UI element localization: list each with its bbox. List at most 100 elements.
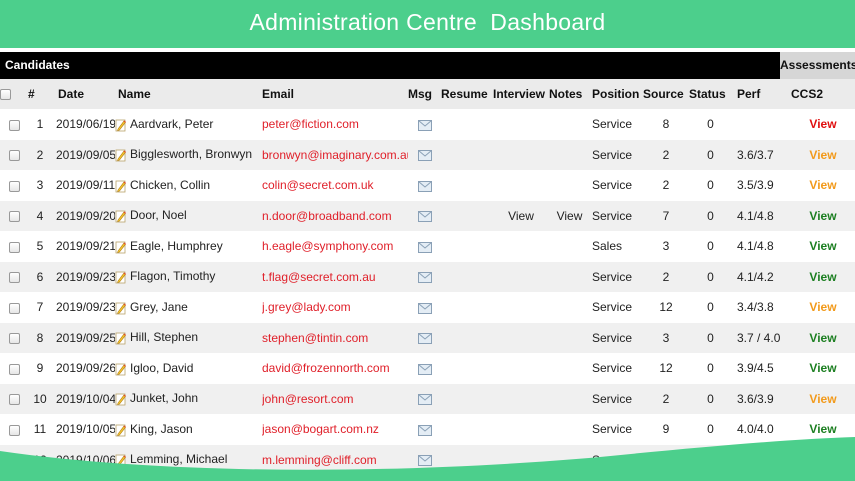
edit-pencil-icon[interactable] xyxy=(115,361,130,376)
row-ccs2-view-link[interactable]: View xyxy=(785,353,855,384)
row-ccs2-view-link[interactable]: View xyxy=(785,170,855,201)
col-header-status[interactable]: Status xyxy=(689,79,732,109)
row-interview-link[interactable] xyxy=(493,322,549,353)
tab-bar: Candidates Assessments xyxy=(0,52,855,79)
row-notes-link[interactable] xyxy=(549,231,590,262)
col-header-notes[interactable]: Notes xyxy=(549,79,590,109)
row-email-link[interactable]: john@resort.com xyxy=(262,392,354,406)
edit-pencil-icon[interactable] xyxy=(115,178,130,193)
message-envelope-icon[interactable] xyxy=(408,231,441,262)
select-all-checkbox[interactable] xyxy=(0,79,28,109)
col-header-interview[interactable]: Interview xyxy=(493,79,549,109)
row-ccs2-view-link[interactable]: View xyxy=(785,383,855,414)
row-notes-link[interactable] xyxy=(549,109,590,140)
row-email-link[interactable]: colin@secret.com.uk xyxy=(262,178,374,192)
row-email-link[interactable]: bronwyn@imaginary.com.au xyxy=(262,148,408,162)
message-envelope-icon[interactable] xyxy=(408,139,441,170)
edit-pencil-icon[interactable] xyxy=(115,330,130,345)
row-interview-link[interactable] xyxy=(493,261,549,292)
table-row[interactable]: 7 2019/09/23 Grey, Jane j.grey@lady.com Serv… xyxy=(0,292,855,323)
col-header-name[interactable]: Name xyxy=(115,79,262,109)
row-ccs2-view-link[interactable]: View xyxy=(785,139,855,170)
message-envelope-icon[interactable] xyxy=(408,261,441,292)
row-notes-link[interactable] xyxy=(549,292,590,323)
col-header-num[interactable]: # xyxy=(28,79,52,109)
col-header-ccs2[interactable]: CCS2 xyxy=(785,79,855,109)
row-interview-link[interactable] xyxy=(493,170,549,201)
row-notes-link[interactable] xyxy=(549,170,590,201)
edit-pencil-icon[interactable] xyxy=(115,391,130,406)
row-email-link[interactable]: j.grey@lady.com xyxy=(262,300,351,314)
message-envelope-icon[interactable] xyxy=(408,322,441,353)
row-notes-link[interactable]: View xyxy=(549,200,590,231)
col-header-email[interactable]: Email xyxy=(262,79,408,109)
edit-pencil-icon[interactable] xyxy=(115,422,130,437)
row-ccs2-view-link[interactable]: View xyxy=(785,200,855,231)
row-interview-link[interactable] xyxy=(493,231,549,262)
edit-pencil-icon[interactable] xyxy=(115,208,130,223)
table-row[interactable]: 5 2019/09/21 Eagle, Humphrey h.eagle@sympho… xyxy=(0,231,855,262)
message-envelope-icon[interactable] xyxy=(408,200,441,231)
edit-pencil-icon[interactable] xyxy=(115,269,130,284)
message-envelope-icon[interactable] xyxy=(408,383,441,414)
row-notes-link[interactable] xyxy=(549,353,590,384)
table-row[interactable]: 9 2019/09/26 Igloo, David david@frozennorth… xyxy=(0,353,855,384)
table-row[interactable]: 8 2019/09/25 Hill, Stephen stephen@tintin.c… xyxy=(0,322,855,353)
row-notes-link[interactable] xyxy=(549,383,590,414)
table-row[interactable]: 3 2019/09/11 Chicken, Collin colin@secret.c… xyxy=(0,170,855,201)
row-checkbox[interactable] xyxy=(0,109,28,140)
message-envelope-icon[interactable] xyxy=(408,170,441,201)
tab-assessments[interactable]: Assessments xyxy=(780,52,855,79)
row-interview-link[interactable] xyxy=(493,383,549,414)
tab-candidates[interactable]: Candidates xyxy=(5,52,70,79)
row-email-link[interactable]: stephen@tintin.com xyxy=(262,331,368,345)
edit-pencil-icon[interactable] xyxy=(115,239,130,254)
row-checkbox[interactable] xyxy=(0,292,28,323)
row-checkbox[interactable] xyxy=(0,383,28,414)
table-row[interactable]: 1 2019/06/19 Aardvark, Peter peter@fiction.… xyxy=(0,109,855,140)
row-interview-link[interactable] xyxy=(493,139,549,170)
col-header-resume[interactable]: Resume xyxy=(441,79,493,109)
row-notes-link[interactable] xyxy=(549,139,590,170)
row-checkbox[interactable] xyxy=(0,261,28,292)
row-email-link[interactable]: david@frozennorth.com xyxy=(262,361,390,375)
row-interview-link[interactable] xyxy=(493,353,549,384)
col-header-date[interactable]: Date xyxy=(52,79,115,109)
row-date: 2019/09/20 xyxy=(52,200,115,231)
row-email-link[interactable]: peter@fiction.com xyxy=(262,117,359,131)
col-header-source[interactable]: Source xyxy=(643,79,689,109)
row-email-link[interactable]: t.flag@secret.com.au xyxy=(262,270,376,284)
table-row[interactable]: 10 2019/10/04 Junket, John john@resort.com S… xyxy=(0,383,855,414)
message-envelope-icon[interactable] xyxy=(408,292,441,323)
row-checkbox[interactable] xyxy=(0,322,28,353)
row-interview-link[interactable] xyxy=(493,109,549,140)
row-ccs2-view-link[interactable]: View xyxy=(785,109,855,140)
table-row[interactable]: 2 2019/09/05 Bigglesworth, Bronwyn bronwyn@… xyxy=(0,139,855,170)
row-email-link[interactable]: n.door@broadband.com xyxy=(262,209,392,223)
table-row[interactable]: 6 2019/09/23 Flagon, Timothy t.flag@secret.… xyxy=(0,261,855,292)
col-header-perf[interactable]: Perf xyxy=(732,79,785,109)
col-header-msg[interactable]: Msg xyxy=(408,79,441,109)
row-interview-link[interactable]: View xyxy=(493,200,549,231)
row-checkbox[interactable] xyxy=(0,231,28,262)
edit-pencil-icon[interactable] xyxy=(115,147,130,162)
row-ccs2-view-link[interactable]: View xyxy=(785,322,855,353)
edit-pencil-icon[interactable] xyxy=(115,300,130,315)
row-ccs2-view-link[interactable]: View xyxy=(785,261,855,292)
row-checkbox[interactable] xyxy=(0,139,28,170)
row-source: 12 xyxy=(643,353,689,384)
row-ccs2-view-link[interactable]: View xyxy=(785,292,855,323)
edit-pencil-icon[interactable] xyxy=(115,117,130,132)
row-checkbox[interactable] xyxy=(0,170,28,201)
row-notes-link[interactable] xyxy=(549,261,590,292)
table-row[interactable]: 4 2019/09/20 Door, Noel n.door@broadband.co… xyxy=(0,200,855,231)
row-interview-link[interactable] xyxy=(493,292,549,323)
row-email-link[interactable]: h.eagle@symphony.com xyxy=(262,239,393,253)
row-checkbox[interactable] xyxy=(0,200,28,231)
row-ccs2-view-link[interactable]: View xyxy=(785,231,855,262)
row-checkbox[interactable] xyxy=(0,353,28,384)
col-header-position[interactable]: Position xyxy=(590,79,643,109)
row-notes-link[interactable] xyxy=(549,322,590,353)
message-envelope-icon[interactable] xyxy=(408,109,441,140)
message-envelope-icon[interactable] xyxy=(408,353,441,384)
